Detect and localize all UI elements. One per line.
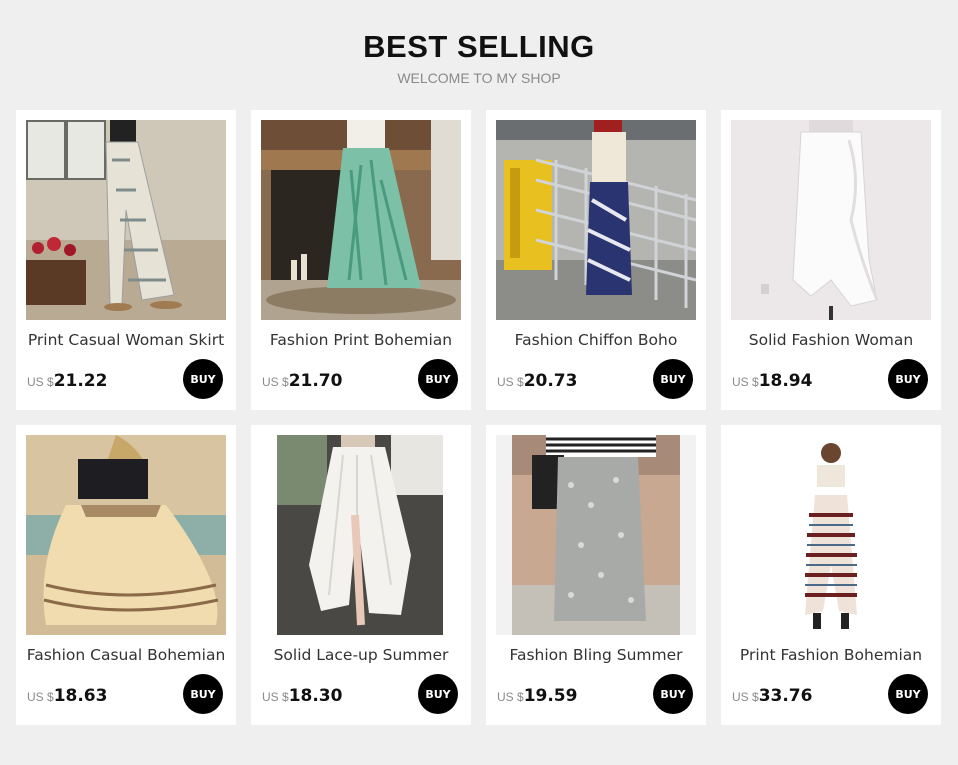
- product-name[interactable]: Solid Lace-up Summer: [251, 644, 471, 666]
- buy-button[interactable]: BUY: [888, 674, 928, 714]
- page-subtitle: WELCOME TO MY SHOP: [397, 70, 561, 86]
- product-price: US $18.30: [262, 683, 342, 710]
- price-currency: US $: [262, 375, 289, 389]
- product-name[interactable]: Fashion Bling Summer: [486, 644, 706, 666]
- price-amount: 18.63: [53, 686, 108, 706]
- price-amount: 18.30: [288, 686, 343, 706]
- product-name[interactable]: Fashion Casual Bohemian: [16, 644, 236, 666]
- product-image[interactable]: [26, 120, 226, 320]
- product-grid: Print Casual Woman Skirt US $21.22 BUY F…: [16, 110, 942, 725]
- buy-button[interactable]: BUY: [653, 359, 693, 399]
- price-currency: US $: [732, 375, 759, 389]
- product-price: US $18.94: [732, 368, 812, 395]
- product-image[interactable]: [731, 435, 931, 635]
- price-currency: US $: [497, 375, 524, 389]
- price-currency: US $: [27, 375, 54, 389]
- price-currency: US $: [732, 690, 759, 704]
- price-amount: 20.73: [523, 371, 578, 391]
- price-amount: 18.94: [758, 371, 813, 391]
- product-card[interactable]: Solid Fashion Woman US $18.94 BUY: [721, 110, 941, 410]
- product-card[interactable]: Print Casual Woman Skirt US $21.22 BUY: [16, 110, 236, 410]
- product-name[interactable]: Solid Fashion Woman: [721, 329, 941, 351]
- product-name[interactable]: Fashion Chiffon Boho: [486, 329, 706, 351]
- product-card[interactable]: Print Fashion Bohemian US $33.76 BUY: [721, 425, 941, 725]
- buy-button[interactable]: BUY: [653, 674, 693, 714]
- product-card[interactable]: Fashion Casual Bohemian US $18.63 BUY: [16, 425, 236, 725]
- product-price: US $33.76: [732, 683, 812, 710]
- price-amount: 33.76: [758, 686, 813, 706]
- buy-button[interactable]: BUY: [418, 359, 458, 399]
- product-card[interactable]: Solid Lace-up Summer US $18.30 BUY: [251, 425, 471, 725]
- product-card[interactable]: Fashion Bling Summer US $19.59 BUY: [486, 425, 706, 725]
- product-image[interactable]: [261, 120, 461, 320]
- buy-button[interactable]: BUY: [888, 359, 928, 399]
- price-currency: US $: [497, 690, 524, 704]
- product-image[interactable]: [26, 435, 226, 635]
- product-price: US $19.59: [497, 683, 577, 710]
- price-currency: US $: [262, 690, 289, 704]
- price-currency: US $: [27, 690, 54, 704]
- product-price: US $21.70: [262, 368, 342, 395]
- buy-button[interactable]: BUY: [418, 674, 458, 714]
- product-card[interactable]: Fashion Chiffon Boho US $20.73 BUY: [486, 110, 706, 410]
- price-amount: 21.70: [288, 371, 343, 391]
- product-price: US $21.22: [27, 368, 107, 395]
- product-price: US $18.63: [27, 683, 107, 710]
- product-image[interactable]: [731, 120, 931, 320]
- price-amount: 21.22: [53, 371, 108, 391]
- page-header: BEST SELLING WELCOME TO MY SHOP: [0, 27, 958, 89]
- product-image[interactable]: [496, 435, 696, 635]
- buy-button[interactable]: BUY: [183, 359, 223, 399]
- buy-button[interactable]: BUY: [183, 674, 223, 714]
- page-title: BEST SELLING: [363, 29, 595, 64]
- product-name[interactable]: Fashion Print Bohemian: [251, 329, 471, 351]
- product-image[interactable]: [261, 435, 461, 635]
- product-image[interactable]: [496, 120, 696, 320]
- price-amount: 19.59: [523, 686, 578, 706]
- product-price: US $20.73: [497, 368, 577, 395]
- product-card[interactable]: Fashion Print Bohemian US $21.70 BUY: [251, 110, 471, 410]
- product-name[interactable]: Print Fashion Bohemian: [721, 644, 941, 666]
- product-name[interactable]: Print Casual Woman Skirt: [16, 329, 236, 351]
